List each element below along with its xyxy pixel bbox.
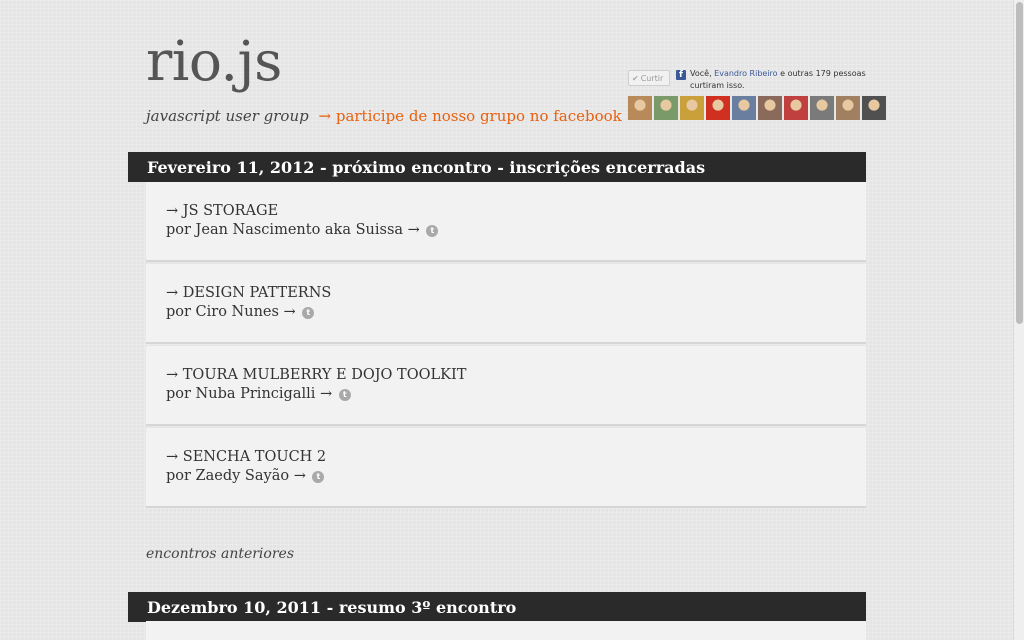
friend-avatar[interactable]	[810, 96, 834, 120]
like-count-text: Você, Evandro Ribeiro e outras 179 pesso…	[690, 68, 870, 92]
talk-speaker: por Nuba Princigalli →	[166, 386, 333, 402]
talk-speaker: por Zaedy Sayão →	[166, 468, 306, 484]
friend-avatar[interactable]	[628, 96, 652, 120]
tagline: javascript user group → participe de nos…	[146, 106, 622, 126]
previous-meetings-label: encontros anteriores	[146, 546, 295, 562]
talk-item: → JS STORAGE por Jean Nascimento aka Sui…	[146, 182, 866, 262]
previous-meeting-header: Dezembro 10, 2011 - resumo 3º encontro	[128, 592, 866, 622]
twitter-icon[interactable]: t	[338, 389, 351, 401]
scrollbar[interactable]	[1013, 0, 1024, 640]
next-meeting-header: Fevereiro 11, 2012 - próximo encontro - …	[128, 152, 866, 182]
talk-item: → TOURA MULBERRY E DOJO TOOLKIT por Nuba…	[146, 346, 866, 426]
scrollbar-thumb[interactable]	[1016, 2, 1023, 324]
talk-item: → SENCHA TOUCH 2 por Zaedy Sayão → t	[146, 428, 866, 508]
friend-avatar[interactable]	[654, 96, 678, 120]
friend-name-link[interactable]: Evandro Ribeiro	[714, 69, 777, 78]
talk-speaker: por Ciro Nunes →	[166, 304, 296, 320]
friend-avatar[interactable]	[680, 96, 704, 120]
talk-title[interactable]: → DESIGN PATTERNS	[166, 284, 866, 303]
check-icon: ✔	[632, 74, 639, 83]
talk-title[interactable]: → JS STORAGE	[166, 202, 866, 221]
talk-title[interactable]: → SENCHA TOUCH 2	[166, 448, 866, 467]
like-button-label: Curtir	[640, 74, 664, 83]
friend-avatar[interactable]	[706, 96, 730, 120]
facebook-group-link[interactable]: → participe de nosso grupo no facebook	[319, 107, 622, 125]
friend-avatar[interactable]	[862, 96, 886, 120]
talk-title[interactable]: → TOURA MULBERRY E DOJO TOOLKIT	[166, 366, 866, 385]
talk-item: → DESIGN PATTERNS por Ciro Nunes → t	[146, 264, 866, 344]
site-logo[interactable]: rio.js	[146, 28, 282, 94]
like-text-prefix: Você,	[690, 69, 715, 78]
friend-faces	[628, 96, 886, 120]
friend-avatar[interactable]	[732, 96, 756, 120]
friend-avatar[interactable]	[784, 96, 808, 120]
talk-speaker: por Jean Nascimento aka Suissa →	[166, 222, 420, 238]
friend-avatar[interactable]	[836, 96, 860, 120]
facebook-icon: f	[676, 70, 686, 80]
like-button[interactable]: ✔ Curtir	[628, 70, 670, 86]
previous-meeting-panel	[146, 621, 866, 640]
site-subtitle: javascript user group	[146, 107, 309, 125]
twitter-icon[interactable]: t	[426, 225, 439, 237]
twitter-icon[interactable]: t	[302, 307, 315, 319]
twitter-icon[interactable]: t	[312, 471, 325, 483]
friend-avatar[interactable]	[758, 96, 782, 120]
